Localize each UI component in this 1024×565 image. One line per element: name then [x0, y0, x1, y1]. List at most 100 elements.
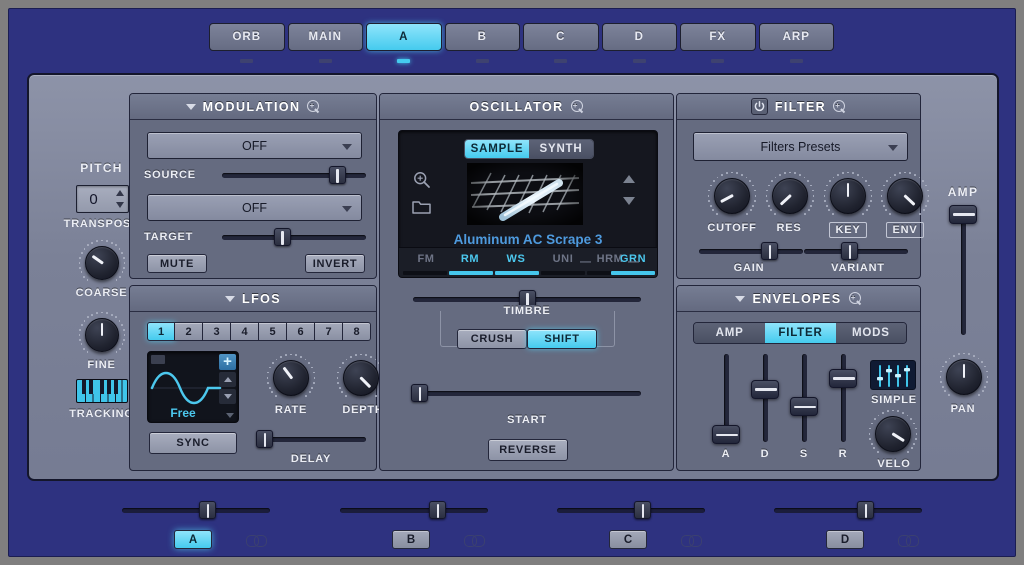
velo-label: VELO [863, 458, 925, 470]
mixer-slider-a[interactable] [122, 501, 270, 519]
tab-fx[interactable]: FX [680, 23, 756, 51]
key-knob[interactable] [824, 172, 872, 220]
mixer-link-icon-c[interactable] [681, 535, 703, 545]
osc-subtab-rm[interactable]: RM [449, 250, 491, 267]
lfo-slot-2[interactable]: 2 [175, 322, 203, 341]
lfo-sine-wave-icon [150, 366, 222, 410]
res-knob[interactable] [766, 172, 814, 220]
sample-next-icon[interactable] [623, 197, 635, 205]
env-knob[interactable] [881, 172, 929, 220]
attack-slider[interactable] [717, 354, 735, 442]
transpose-stepper[interactable]: 0 [76, 185, 129, 213]
osc-subtab-ws[interactable]: WS [495, 250, 537, 267]
lfo-add-button[interactable]: + [219, 354, 236, 370]
osc-subtab-uni[interactable]: UNI [542, 250, 584, 267]
pan-knob[interactable] [940, 353, 988, 401]
osc-subtab-fm[interactable]: FM [405, 250, 447, 267]
lfo-waveform-display[interactable]: Free + [147, 351, 239, 423]
sample-prev-icon[interactable] [623, 175, 635, 183]
tab-d[interactable]: D [602, 23, 678, 51]
target-slider[interactable] [222, 228, 366, 246]
chevron-down-icon [342, 144, 352, 150]
oscillator-section: OSCILLATOR + SAMPLE SYNTH [379, 93, 674, 471]
modulation-collapse-icon[interactable] [186, 104, 196, 110]
mixer-label-b[interactable]: B [392, 530, 430, 549]
fine-knob[interactable] [79, 312, 125, 358]
shift-button[interactable]: SHIFT [527, 329, 597, 349]
variant-label: VARIANT [813, 262, 903, 274]
mute-button[interactable]: MUTE [147, 254, 207, 273]
envelopes-collapse-icon[interactable] [735, 296, 745, 302]
tab-main[interactable]: MAIN [288, 23, 364, 51]
sample-zoom-icon[interactable] [413, 171, 431, 194]
filter-presets-dropdown[interactable]: Filters Presets [693, 132, 908, 161]
filter-power-button[interactable] [751, 98, 768, 115]
mode-sample-button[interactable]: SAMPLE [465, 140, 529, 158]
crush-button[interactable]: CRUSH [457, 329, 527, 349]
invert-button[interactable]: INVERT [305, 254, 365, 273]
cutoff-label: CUTOFF [699, 222, 765, 234]
velo-knob[interactable] [869, 410, 917, 458]
decay-slider[interactable] [756, 354, 774, 442]
release-slider[interactable] [834, 354, 852, 442]
sustain-slider[interactable] [795, 354, 813, 442]
envelope-tab-mods[interactable]: MODS [836, 323, 906, 343]
depth-knob[interactable] [337, 354, 385, 402]
envelopes-title: ENVELOPES [752, 292, 841, 306]
lfo-slot-tabs: 1 2 3 4 5 6 7 8 [147, 322, 371, 341]
coarse-knob[interactable] [79, 240, 125, 286]
lfo-slot-7[interactable]: 7 [315, 322, 343, 341]
osc-bar-rm [449, 271, 493, 275]
amp-slider[interactable] [954, 207, 972, 335]
tab-indicator-a [366, 57, 442, 65]
reverse-button[interactable]: REVERSE [488, 439, 568, 461]
mixer-slider-b[interactable] [340, 501, 488, 519]
lfo-slot-8[interactable]: 8 [343, 322, 371, 341]
rate-knob[interactable] [267, 354, 315, 402]
variant-slider[interactable] [804, 242, 908, 260]
start-slider[interactable] [413, 384, 641, 402]
tab-c[interactable]: C [523, 23, 599, 51]
lfo-dropdown-chevron-icon[interactable] [226, 413, 234, 418]
mixer-link-icon-b[interactable] [464, 535, 486, 545]
tab-b[interactable]: B [445, 23, 521, 51]
source-slider[interactable] [222, 166, 366, 184]
lfo-slot-5[interactable]: 5 [259, 322, 287, 341]
lfo-slot-1[interactable]: 1 [147, 322, 175, 341]
osc-bar-ws [495, 271, 539, 275]
envelope-tab-amp[interactable]: AMP [694, 323, 765, 343]
cutoff-knob[interactable] [708, 172, 756, 220]
faders-icon[interactable] [870, 360, 916, 390]
mixer-label-d[interactable]: D [826, 530, 864, 549]
lfo-slot-4[interactable]: 4 [231, 322, 259, 341]
tab-arp[interactable]: ARP [759, 23, 835, 51]
lfo-prev-button[interactable] [219, 372, 236, 387]
envelope-tab-filter[interactable]: FILTER [765, 323, 835, 343]
mixer-slider-c[interactable] [557, 501, 705, 519]
mixer-link-icon-d[interactable] [898, 535, 920, 545]
mod-source-dropdown[interactable]: OFF [147, 132, 362, 159]
mod-target-dropdown[interactable]: OFF [147, 194, 362, 221]
lfo-slot-3[interactable]: 3 [203, 322, 231, 341]
sync-button[interactable]: SYNC [149, 432, 237, 454]
delay-slider[interactable] [256, 430, 366, 448]
filter-magnifier-icon[interactable]: + [833, 100, 846, 113]
tab-a[interactable]: A [366, 23, 442, 51]
envelopes-magnifier-icon[interactable]: + [849, 292, 862, 305]
mixer-label-a[interactable]: A [174, 530, 212, 549]
lfo-slot-6[interactable]: 6 [287, 322, 315, 341]
lfos-collapse-icon[interactable] [225, 296, 235, 302]
mixer-slider-d[interactable] [774, 501, 922, 519]
oscillator-magnifier-icon[interactable]: + [571, 100, 584, 113]
transpose-down-icon[interactable] [116, 202, 124, 208]
sample-folder-icon[interactable] [412, 199, 432, 220]
transpose-up-icon[interactable] [116, 190, 124, 196]
gain-slider[interactable] [699, 242, 803, 260]
mixer-label-c[interactable]: C [609, 530, 647, 549]
tab-orb[interactable]: ORB [209, 23, 285, 51]
mode-synth-button[interactable]: SYNTH [529, 140, 593, 158]
modulation-magnifier-icon[interactable]: + [307, 100, 320, 113]
tab-indicator-arp [759, 57, 835, 65]
lfo-next-button[interactable] [219, 389, 236, 404]
mixer-link-icon-a[interactable] [246, 535, 268, 545]
